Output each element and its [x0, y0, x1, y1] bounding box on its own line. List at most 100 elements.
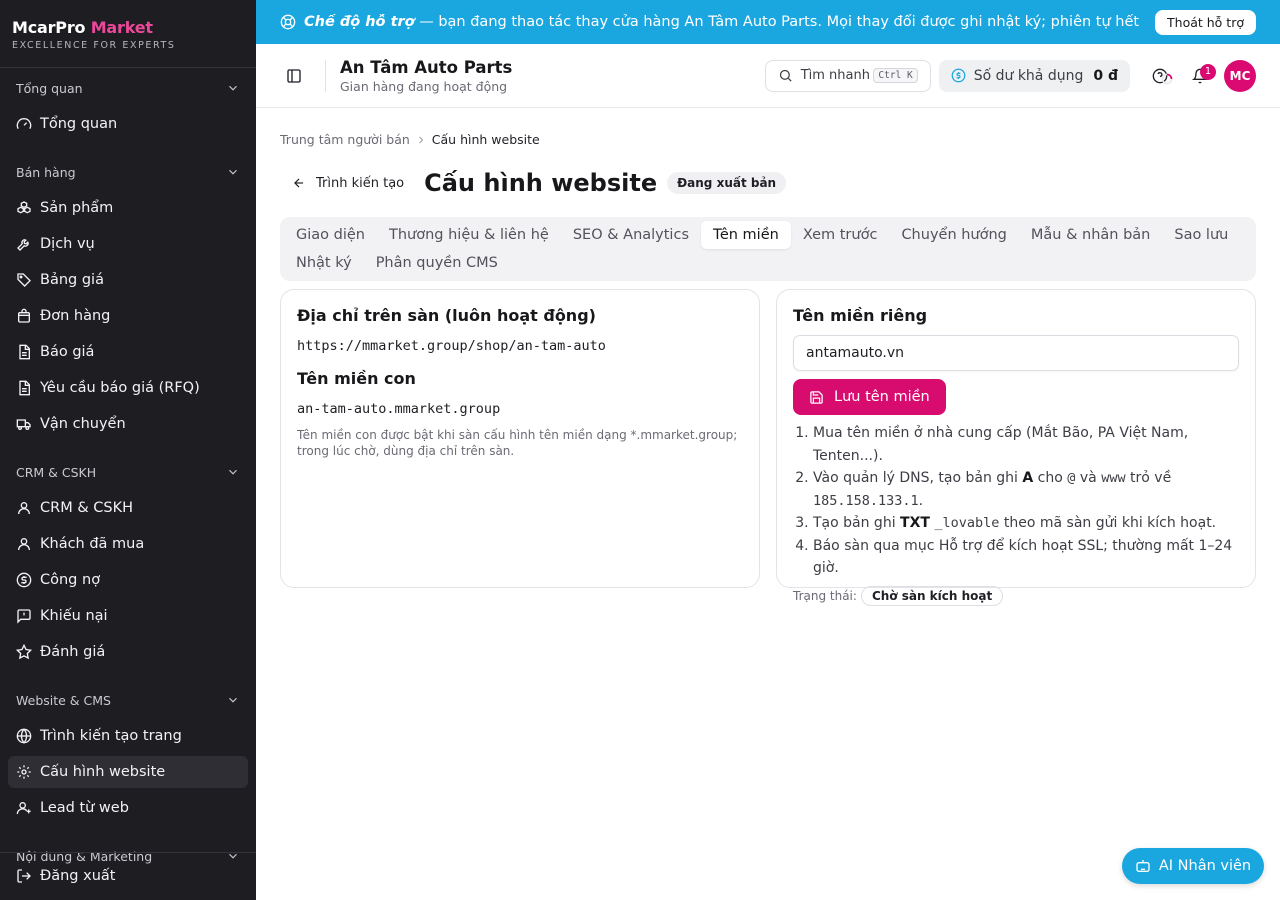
step-text: Mua tên miền ở nhà cung cấp (Mắt Bão, PA… — [813, 425, 1189, 464]
tab-preview[interactable]: Xem trước — [791, 221, 890, 249]
sidebar-section-overview[interactable]: Tổng quan — [8, 68, 248, 108]
custom-domain-card: Tên miền riêng antamauto.vn Lưu tên miền… — [776, 289, 1256, 606]
exit-support-button[interactable]: Thoát hỗ trợ — [1155, 9, 1256, 35]
tab-theme[interactable]: Giao diện — [284, 221, 377, 249]
record-host: www — [1101, 470, 1126, 486]
save-domain-label: Lưu tên miền — [834, 389, 930, 405]
lifebuoy-icon — [280, 14, 296, 30]
avatar[interactable]: MC — [1224, 59, 1256, 92]
tab-templates[interactable]: Mẫu & nhân bản — [1019, 221, 1162, 249]
step-text: theo mã sàn gửi khi kích hoạt. — [999, 515, 1217, 531]
section-label: Bán hàng — [16, 164, 76, 180]
status-badge: Chờ sàn kích hoạt — [860, 585, 1004, 606]
sidebar-section-crm[interactable]: CRM & CSKH — [8, 452, 248, 492]
sidebar-item-label: Dịch vụ — [40, 236, 95, 252]
tab-brand-contact[interactable]: Thương hiệu & liên hệ — [377, 221, 561, 249]
sidebar-item-shipping[interactable]: Vận chuyển — [8, 408, 248, 440]
sidebar-item-products[interactable]: Sản phẩm — [8, 192, 248, 224]
card-title: Tên miền riêng — [793, 306, 928, 325]
sidebar-section-sales[interactable]: Bán hàng — [8, 152, 248, 192]
star-icon — [16, 644, 32, 660]
sidebar-nav: Tổng quan Tổng quan Bán hàng Sản phẩm Dị… — [0, 68, 256, 876]
section-label: CRM & CSKH — [16, 464, 97, 480]
sidebar-item-label: Khiếu nại — [40, 608, 108, 624]
domain-cards: Địa chỉ trên sàn (luôn hoạt động) https:… — [280, 289, 1256, 606]
document-icon — [19, 380, 30, 396]
sidebar-item-label: Công nợ — [40, 572, 101, 588]
step-text: . — [918, 492, 924, 509]
overview-icon — [16, 118, 32, 129]
sidebar-item-orders[interactable]: Đơn hàng — [8, 300, 248, 332]
chevron-right-icon — [418, 136, 424, 143]
quick-search-button[interactable]: Tìm nhanh Ctrl K — [764, 59, 931, 92]
custom-domain-input[interactable]: antamauto.vn — [793, 335, 1239, 371]
tag-icon — [17, 273, 31, 287]
sidebar-item-complaints[interactable]: Khiếu nại — [8, 600, 248, 632]
ip-address: 185.158.133.1 — [813, 492, 919, 509]
banner-strong: Chế độ hỗ trợ — [304, 14, 415, 30]
sidebar-item-label: Báo giá — [40, 344, 95, 360]
chevron-down-icon — [229, 697, 237, 703]
record-type: A — [1022, 470, 1034, 486]
sidebar-item-label: Đánh giá — [40, 644, 106, 660]
tab-redirects[interactable]: Chuyển hướng — [889, 221, 1018, 249]
sidebar-item-label: Lead từ web — [40, 800, 129, 816]
sidebar-section-website[interactable]: Website & CMS — [8, 680, 248, 720]
sidebar-item-rfq[interactable]: Yêu cầu báo giá (RFQ) — [8, 372, 248, 404]
sidebar-item-page-builder[interactable]: Trình kiến tạo trang — [8, 720, 248, 752]
brand[interactable]: McarPro Market EXCELLENCE FOR EXPERTS — [0, 0, 256, 68]
tab-seo-analytics[interactable]: SEO & Analytics — [561, 221, 701, 249]
sidebar-item-debts[interactable]: Công nợ — [8, 564, 248, 596]
truck-icon — [16, 419, 31, 430]
sidebar-item-label: Bảng giá — [40, 272, 104, 288]
logout-button[interactable]: Đăng xuất — [8, 860, 248, 892]
save-domain-button[interactable]: Lưu tên miền — [793, 379, 946, 415]
sidebar: McarPro Market EXCELLENCE FOR EXPERTS Tổ… — [0, 0, 256, 900]
back-button[interactable]: Trình kiến tạo — [280, 167, 416, 199]
message-alert-icon — [17, 609, 31, 624]
store-status: Gian hàng đang hoạt động — [340, 78, 508, 94]
sidebar-item-quotes[interactable]: Báo giá — [8, 336, 248, 368]
section-label: Tổng quan — [16, 80, 83, 96]
tab-log[interactable]: Nhật ký — [284, 249, 364, 277]
sidebar-item-services[interactable]: Dịch vụ — [8, 228, 248, 260]
wrench-icon — [17, 239, 29, 251]
sidebar-item-price-list[interactable]: Bảng giá — [8, 264, 248, 296]
shopping-bag-icon — [18, 308, 30, 323]
sidebar-item-label: Sản phẩm — [40, 200, 114, 216]
brand-name-part1: McarPro — [12, 18, 86, 37]
list-item: Tạo bản ghi TXT _lovable theo mã sàn gửi… — [813, 512, 1239, 535]
sidebar-item-overview[interactable]: Tổng quan — [8, 108, 248, 140]
globe-icon — [16, 728, 32, 744]
sidebar-item-label: CRM & CSKH — [40, 500, 133, 516]
help-button[interactable] — [1144, 60, 1176, 92]
sidebar-item-website-config[interactable]: Cấu hình website — [8, 756, 248, 788]
card-title: Địa chỉ trên sàn (luôn hoạt động) — [297, 306, 596, 325]
sidebar-item-label: Khách đã mua — [40, 536, 145, 552]
sidebar-item-customers[interactable]: Khách đã mua — [8, 528, 248, 560]
sidebar-item-reviews[interactable]: Đánh giá — [8, 636, 248, 668]
tab-backup[interactable]: Sao lưu — [1162, 221, 1240, 249]
notifications-button[interactable]: 1 — [1184, 60, 1216, 92]
user-icon — [18, 538, 30, 551]
settings-tabs: Giao diện Thương hiệu & liên hệ SEO & An… — [280, 217, 1256, 281]
sidebar-item-crm[interactable]: CRM & CSKH — [8, 492, 248, 524]
txt-record-name: _lovable — [934, 515, 1000, 531]
balance-widget[interactable]: Số dư khả dụng 0 đ — [938, 59, 1130, 92]
sidebar-item-label: Trình kiến tạo trang — [40, 728, 182, 744]
custom-domain-value: antamauto.vn — [806, 345, 905, 361]
save-icon — [810, 390, 823, 404]
sidebar-toggle-icon[interactable] — [286, 68, 302, 84]
sidebar-item-label: Yêu cầu báo giá (RFQ) — [40, 380, 200, 396]
breadcrumb-parent[interactable]: Trung tâm người bán — [280, 132, 410, 147]
tab-domain[interactable]: Tên miền — [701, 221, 791, 249]
status-label: Trạng thái: — [793, 588, 857, 603]
tab-cms-permissions[interactable]: Phân quyền CMS — [364, 249, 510, 277]
ai-assistant-label: AI Nhân viên — [1158, 858, 1252, 874]
sidebar-item-web-leads[interactable]: Lead từ web — [8, 792, 248, 824]
ai-assistant-button[interactable]: AI Nhân viên — [1122, 848, 1264, 884]
logout-label: Đăng xuất — [40, 868, 116, 884]
step-text: cho — [1033, 470, 1068, 486]
brand-tagline: EXCELLENCE FOR EXPERTS — [12, 40, 176, 51]
topbar: An Tâm Auto Parts Gian hàng đang hoạt độ… — [256, 44, 1280, 108]
